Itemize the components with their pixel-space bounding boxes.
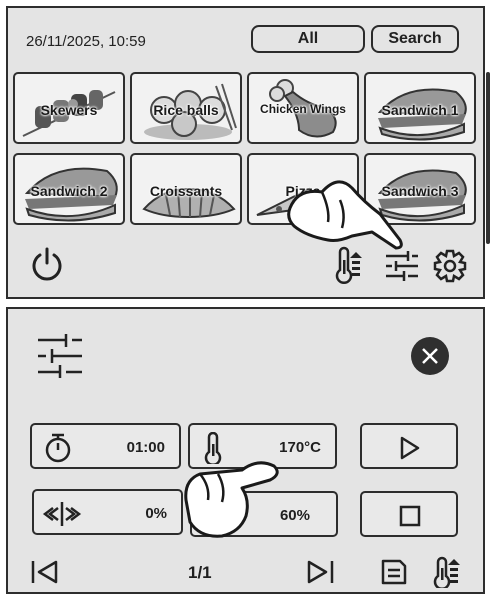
close-icon [422,348,438,364]
humidity-value: 60% [279,507,310,524]
play-icon [400,436,420,460]
recipe-label: Chicken Wings [260,102,346,116]
gear-icon[interactable] [432,248,468,284]
recipe-label: Sandwich 2 [30,183,108,199]
recipe-label: Sandwich 3 [381,183,459,199]
recipe-label: Skewers [40,102,98,118]
stopwatch-icon [45,433,71,463]
recipe-tile-chicken-wings[interactable]: Chicken Wings [247,72,359,144]
timer-setting[interactable]: 01:00 [30,423,181,469]
stop-button[interactable] [360,491,458,537]
stop-icon [399,505,421,527]
humidity-setting[interactable]: 60% [190,491,338,537]
recipe-tile-sandwich-2[interactable]: Sandwich 2 [13,153,125,225]
recipe-label: Pizza [285,183,321,199]
recipe-tile-croissants[interactable]: Croissants [130,153,242,225]
thermometer-up-icon[interactable] [332,246,366,284]
recipe-label: Rice balls [153,102,219,118]
page-indicator: 1/1 [188,563,212,582]
recipe-label: Croissants [149,183,223,199]
temperature-setting[interactable]: 170°C [188,423,337,469]
save-icon[interactable] [380,558,408,586]
program-editor-panel: 01:00 170°C 0% 60% 1/1 [6,307,485,594]
fan-setting[interactable]: 0% [32,489,183,535]
timer-value: 01:00 [126,439,165,456]
recipe-tile-sandwich-3[interactable]: Sandwich 3 [364,153,476,225]
datetime-display: 26/11/2025, 10:59 [26,33,146,50]
recipe-label: Sandwich 1 [381,102,459,118]
sliders-icon[interactable] [36,333,84,379]
thermometer-up-icon[interactable] [432,556,462,588]
fan-value: 0% [145,505,167,522]
all-filter-button[interactable]: All [251,25,365,53]
first-page-icon[interactable] [30,559,60,585]
sliders-icon[interactable] [384,250,420,282]
last-page-icon[interactable] [306,559,336,585]
recipe-tile-pizza[interactable]: Pizza [247,153,359,225]
thermometer-icon [204,432,222,464]
power-icon[interactable] [28,245,66,283]
close-button[interactable] [411,337,449,375]
recipe-tile-sandwich-1[interactable]: Sandwich 1 [364,72,476,144]
search-button[interactable]: Search [371,25,459,53]
temperature-value: 170°C [279,439,321,456]
recipe-browser-panel: 26/11/2025, 10:59 All Search Skewers Ric… [6,6,490,299]
recipe-tile-rice-balls[interactable]: Rice balls [130,72,242,144]
play-button[interactable] [360,423,458,469]
recipe-tile-skewers[interactable]: Skewers [13,72,125,144]
fan-icon [42,502,82,526]
recipe-scrollbar[interactable] [486,72,490,244]
